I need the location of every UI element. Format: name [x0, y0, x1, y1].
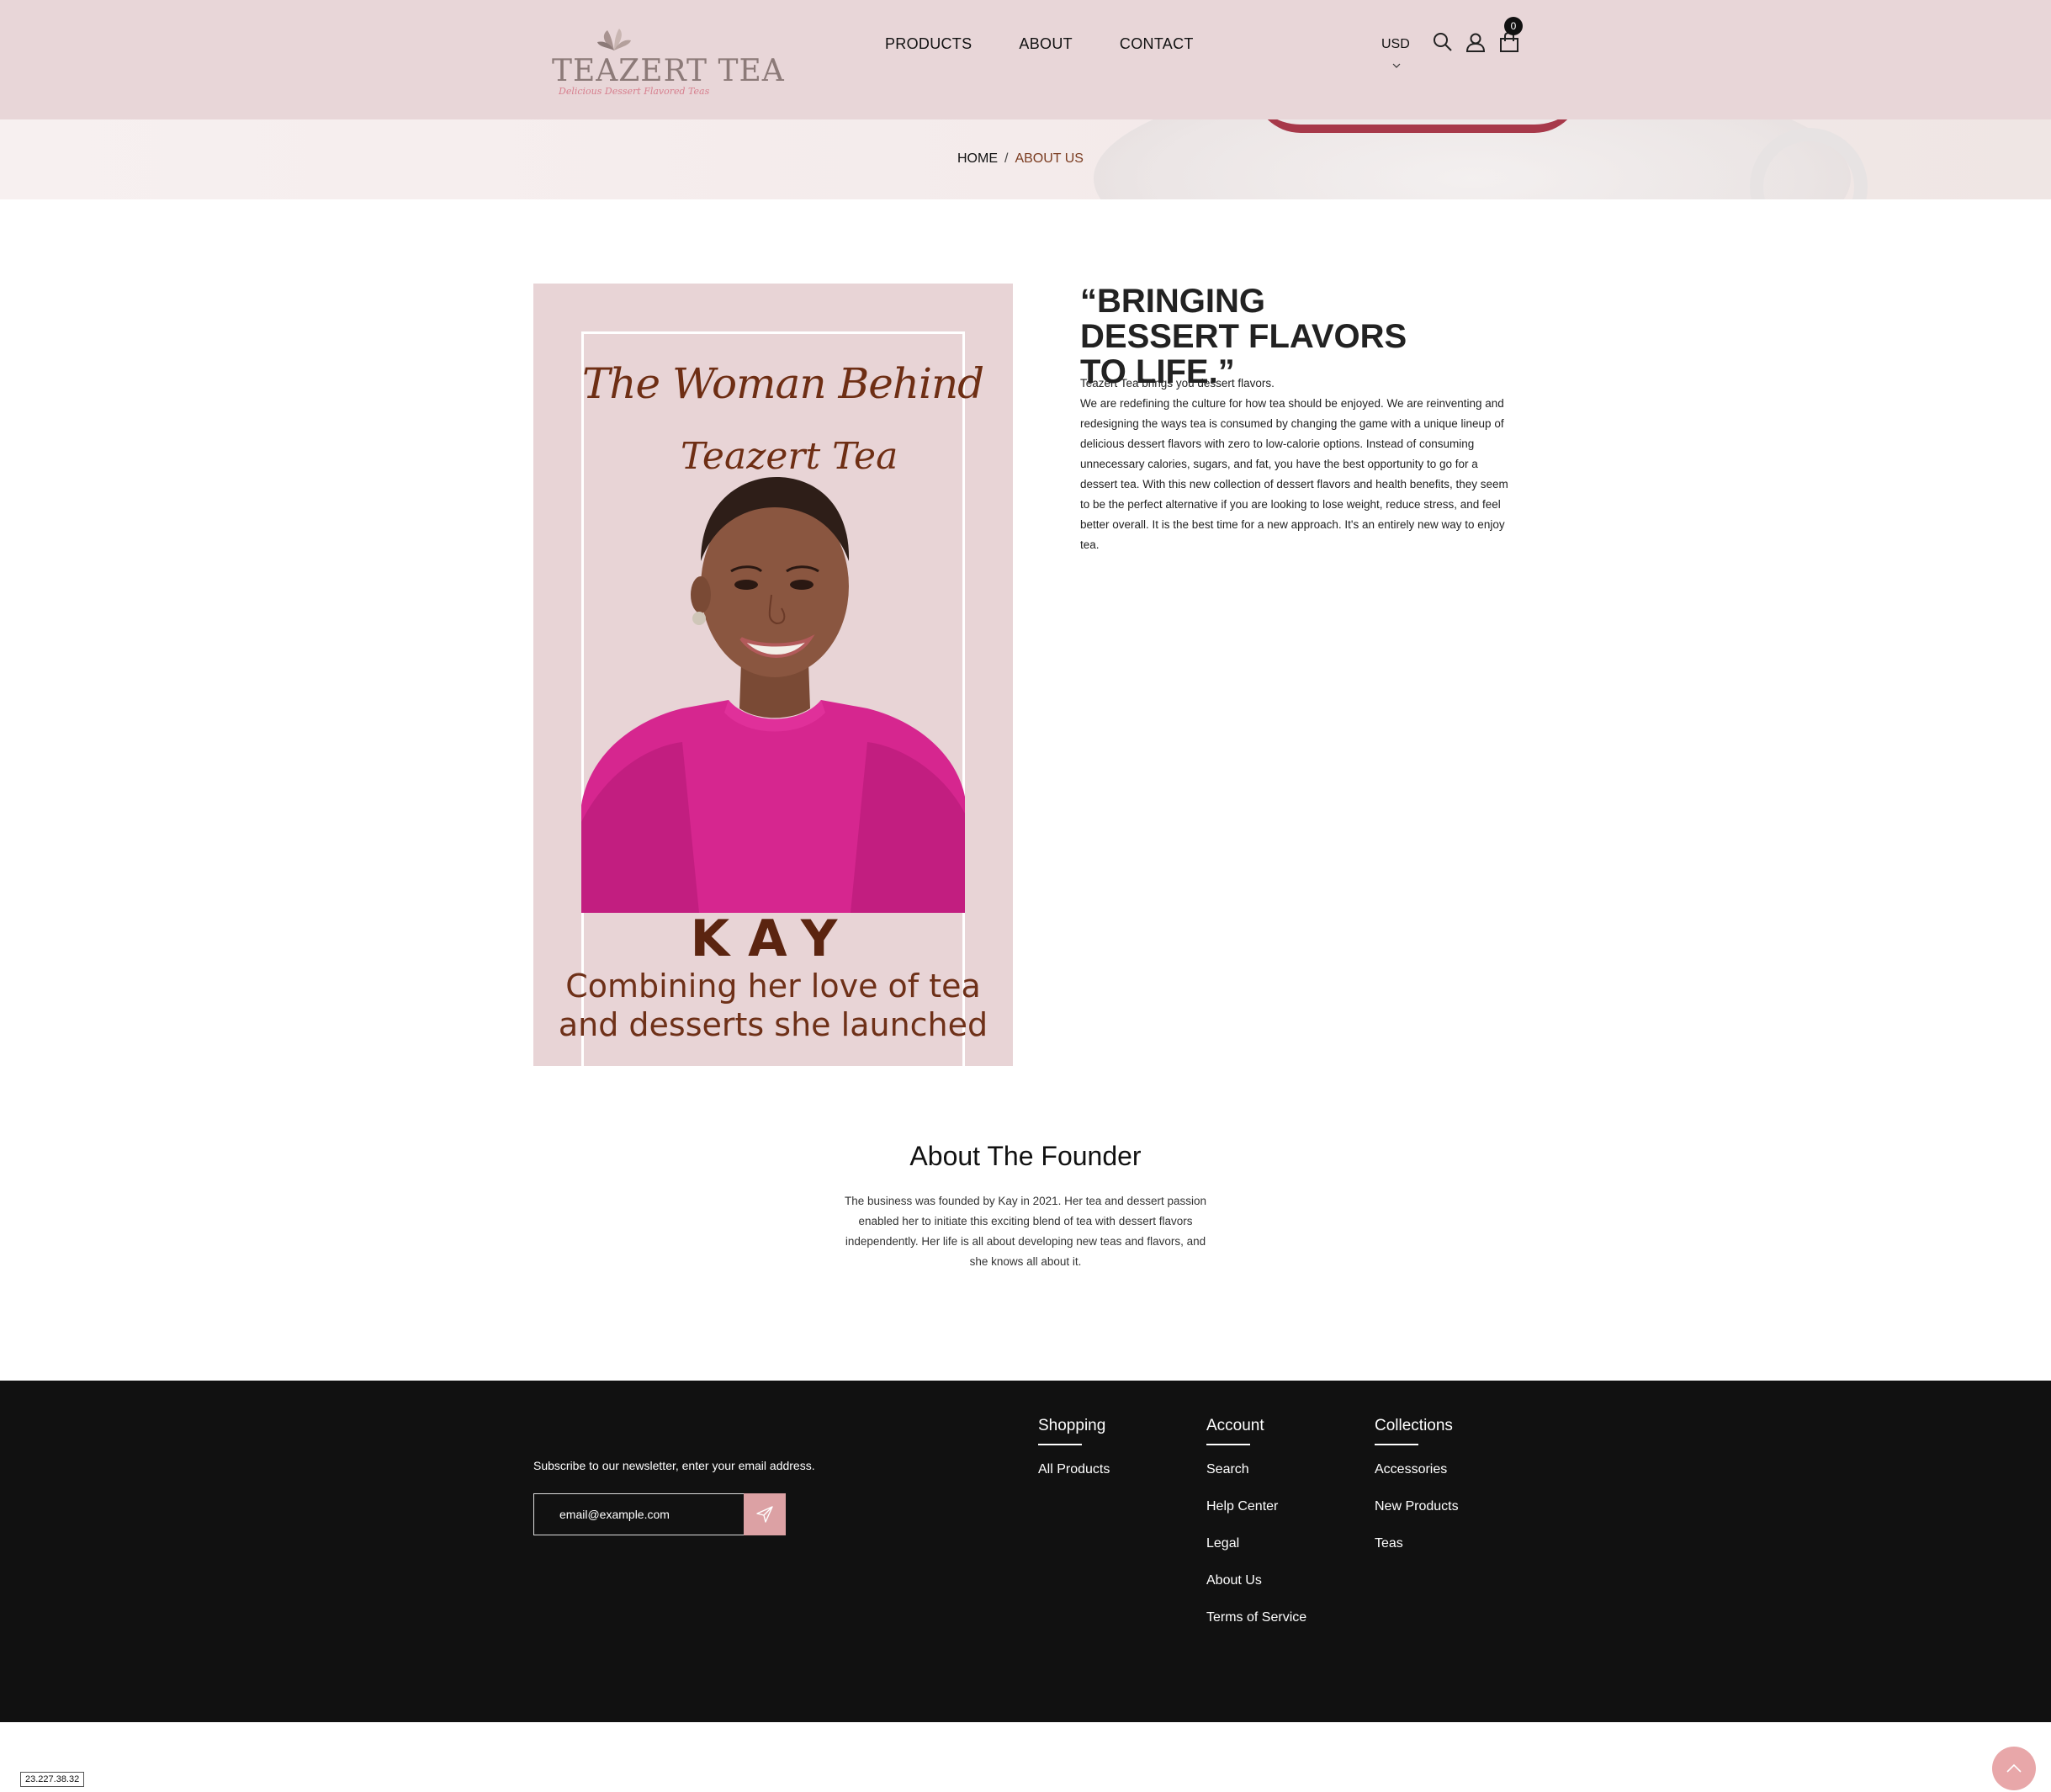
back-to-top-button[interactable] [1992, 1747, 2036, 1790]
newsletter-email-input[interactable] [533, 1493, 745, 1535]
logo-tagline: Delicious Dessert Flavored Teas [559, 86, 710, 97]
footer-title-underline [1038, 1444, 1082, 1445]
intro-lead: Teazert Tea brings you dessert flavors. [1080, 377, 1275, 390]
footer-column-account: Account Search Help Center Legal About U… [1206, 1417, 1306, 1647]
feature-name: KAY [690, 909, 856, 968]
footer-link-search[interactable]: Search [1206, 1462, 1306, 1477]
founder-heading: About The Founder [909, 1141, 1142, 1171]
cart-count-badge: 0 [1504, 17, 1523, 35]
footer-link-legal[interactable]: Legal [1206, 1536, 1306, 1551]
chevron-up-icon [2006, 1763, 2022, 1773]
founder-portrait [581, 477, 965, 913]
footer-link-terms[interactable]: Terms of Service [1206, 1610, 1306, 1625]
feature-headline: The Woman Behind [582, 359, 984, 408]
nav-about[interactable]: ABOUT [1019, 35, 1073, 53]
feature-caption-line2: and desserts she launched [558, 1006, 988, 1043]
footer-link-new-products[interactable]: New Products [1375, 1499, 1459, 1514]
newsletter-label: Subscribe to our newsletter, enter your … [533, 1459, 815, 1472]
footer-column-collections: Collections Accessories New Products Tea… [1375, 1417, 1459, 1573]
breadcrumb-separator: / [1004, 151, 1009, 166]
footer-link-all-products[interactable]: All Products [1038, 1462, 1110, 1477]
footer-link-accessories[interactable]: Accessories [1375, 1462, 1459, 1477]
user-account-icon[interactable] [1465, 31, 1487, 53]
breadcrumb-current: ABOUT US [1015, 151, 1084, 166]
nav-products[interactable]: PRODUCTS [885, 35, 972, 53]
footer-link-help-center[interactable]: Help Center [1206, 1499, 1306, 1514]
founder-feature-image: The Woman Behind Teazert Tea KAY Combini… [533, 284, 1013, 1066]
feature-caption-line1: Combining her love of tea [565, 968, 981, 1005]
footer-column-title: Account [1206, 1417, 1264, 1434]
currency-selector[interactable]: USD [1381, 37, 1410, 68]
currency-label: USD [1381, 37, 1410, 51]
founder-text: The business was founded by Kay in 2021.… [844, 1195, 1207, 1268]
breadcrumb-home[interactable]: HOME [957, 151, 998, 167]
intro-body: We are redefining the culture for how te… [1080, 397, 1508, 551]
footer-link-teas[interactable]: Teas [1375, 1536, 1459, 1551]
search-icon[interactable] [1432, 31, 1454, 53]
site-logo[interactable]: TEAZERT TEA Delicious Dessert Flavored T… [547, 24, 784, 104]
footer-column-title: Shopping [1038, 1417, 1106, 1434]
footer-column-title: Collections [1375, 1417, 1453, 1434]
nav-contact[interactable]: CONTACT [1120, 35, 1194, 53]
teacup-rim [1253, 119, 1582, 133]
logo-wordmark: TEAZERT TEA [552, 54, 785, 88]
feature-caption: Combining her love of tea and desserts s… [533, 967, 1013, 1044]
send-icon [756, 1506, 773, 1523]
footer-title-underline [1375, 1444, 1418, 1445]
chevron-down-icon [1392, 63, 1401, 68]
footer-column-shopping: Shopping All Products [1038, 1417, 1110, 1499]
footer-link-about-us[interactable]: About Us [1206, 1573, 1306, 1588]
site-header: TEAZERT TEA Delicious Dessert Flavored T… [0, 0, 2051, 119]
about-intro: Teazert Tea brings you dessert flavors. … [1080, 374, 1518, 555]
footer-title-underline [1206, 1444, 1250, 1445]
tea-leaf-icon [597, 29, 631, 50]
newsletter-submit-button[interactable] [744, 1493, 786, 1535]
ip-address-badge: 23.227.38.32 [20, 1772, 85, 1787]
main-nav: PRODUCTS ABOUT CONTACT [885, 35, 1194, 53]
breadcrumb: HOME / ABOUT US [957, 151, 1084, 167]
site-footer: Subscribe to our newsletter, enter your … [0, 1381, 2051, 1722]
